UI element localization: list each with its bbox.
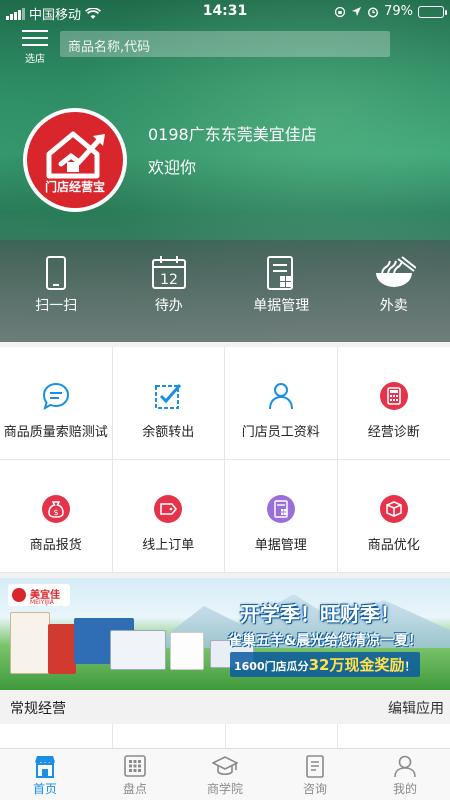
quick-documents-label: 单据管理	[253, 298, 310, 314]
tab-academy[interactable]: 商学院	[180, 749, 270, 800]
noodle-bowl-icon	[375, 256, 416, 287]
grid-item-staff-info[interactable]: 门店员工资料	[225, 347, 338, 460]
checkbox-icon	[155, 384, 182, 409]
graduation-cap-icon	[212, 756, 238, 776]
banner-prize-amount: 32万现金奖励	[308, 656, 405, 674]
product-milk-carton	[10, 612, 50, 674]
svg-text:$: $	[53, 508, 58, 517]
tag-icon	[154, 495, 183, 523]
section-content-strip	[0, 724, 450, 748]
quick-documents-button[interactable]: 单据管理	[225, 255, 338, 325]
grid-item-label: 门店员工资料	[241, 425, 320, 440]
document-grid-icon	[267, 256, 294, 290]
notepad-icon	[306, 755, 324, 778]
banner-brand-logo: 美宜佳 MEIYIJIA	[8, 584, 70, 606]
banner-headline: 开学季！旺财季！	[240, 602, 400, 626]
tab-home-label: 首页	[32, 782, 57, 796]
grid-item-product-optimization[interactable]: 商品优化	[337, 460, 450, 573]
section-title: 常规经营	[10, 701, 66, 717]
quick-todo-label: 待办	[154, 298, 183, 314]
grid-item-label: 余额转出	[142, 425, 195, 440]
app-screen: 中国移动 14:31 79% 选店 商品名称,代码 门店经营宝 0198广东东莞…	[0, 0, 450, 800]
product-milk-beverage	[110, 630, 166, 670]
user-icon	[394, 755, 416, 778]
home-store-icon	[35, 756, 55, 778]
quick-actions: 扫一扫 12 待办 单据管理 外卖	[0, 255, 450, 325]
tab-inventory[interactable]: 盘点	[90, 749, 180, 800]
tab-profile[interactable]: 我的	[360, 749, 450, 800]
tab-profile-label: 我的	[392, 782, 417, 796]
banner-prize-prefix: 1600门店瓜分	[234, 660, 309, 673]
section-header: 常规经营 编辑应用	[0, 690, 450, 724]
edit-apps-button[interactable]: 编辑应用	[388, 698, 444, 718]
promo-banner[interactable]: 美宜佳 MEIYIJIA 开学季！旺财季！ 雀巢五羊&晨光给您清凉一夏！ 160…	[0, 578, 450, 690]
banner-prize: 1600门店瓜分32万现金奖励！	[230, 652, 420, 677]
document-icon	[266, 495, 295, 523]
banner-prize-suffix: ！	[404, 660, 416, 673]
tab-bar: 首页 盘点 商学院 咨询 我的	[0, 748, 450, 800]
store-logo: 门店经营宝	[23, 108, 127, 212]
tab-inventory-label: 盘点	[122, 782, 147, 796]
battery-icon	[418, 5, 447, 18]
grid-item-label: 单据管理	[254, 538, 307, 553]
banner-brand-en: MEIYIJIA	[30, 599, 54, 606]
store-name: 0198广东东莞美宜佳店	[148, 125, 317, 144]
feature-grid: 商品质量索赔测试 余额转出 门店员工资料 经营诊断 $ 商品报货 线上订单 单据…	[0, 347, 450, 573]
welcome-text: 欢迎你	[148, 158, 197, 177]
grid-item-quality-claim[interactable]: 商品质量索赔测试	[0, 347, 113, 460]
grid-item-document-management[interactable]: 单据管理	[225, 460, 338, 573]
grid-item-label: 经营诊断	[367, 425, 420, 440]
tab-consult[interactable]: 咨询	[270, 749, 360, 800]
logo-text: 门店经营宝	[44, 180, 105, 194]
grid-item-online-orders[interactable]: 线上订单	[112, 460, 225, 573]
product-red-carton	[48, 624, 76, 674]
quick-todo-button[interactable]: 12 待办	[113, 255, 226, 325]
money-bag-icon: $	[41, 495, 70, 523]
location-arrow-icon	[352, 7, 362, 16]
person-icon	[268, 383, 293, 410]
battery-percent: 79%	[384, 4, 413, 19]
quick-scan-button[interactable]: 扫一扫	[0, 255, 113, 325]
status-bar: 中国移动 14:31 79%	[0, 0, 450, 24]
box-icon	[379, 495, 408, 523]
grid-item-balance-transfer[interactable]: 余额转出	[112, 347, 225, 460]
grid-item-label: 线上订单	[142, 538, 195, 553]
grid-item-business-diagnosis[interactable]: 经营诊断	[337, 347, 450, 460]
grid-item-product-order[interactable]: $ 商品报货	[0, 460, 113, 573]
alarm-clock-icon	[368, 6, 379, 18]
store-select-button[interactable]: 选店	[22, 30, 48, 65]
phone-scan-icon	[46, 256, 67, 290]
chat-bubble-icon	[42, 382, 69, 411]
store-logo-badge: 门店经营宝	[27, 112, 123, 208]
grid-app-icon	[124, 755, 146, 777]
quick-scan-label: 扫一扫	[35, 298, 78, 314]
product-bottle	[170, 632, 204, 670]
store-select-label: 选店	[25, 54, 45, 65]
tab-home[interactable]: 首页	[0, 749, 90, 800]
calendar-day: 12	[160, 272, 178, 288]
rotation-lock-icon	[334, 6, 346, 17]
status-right: 79%	[334, 4, 447, 19]
grid-item-label: 商品报货	[29, 538, 82, 553]
search-input[interactable]: 商品名称,代码	[60, 31, 390, 57]
banner-subline: 雀巢五羊&晨光给您清凉一夏！	[228, 633, 423, 649]
menu-icon	[22, 30, 48, 46]
calculator-icon	[379, 382, 408, 410]
tab-academy-label: 商学院	[206, 782, 243, 796]
calendar-icon: 12	[151, 256, 186, 289]
quick-takeout-button[interactable]: 外卖	[338, 255, 450, 325]
quick-takeout-label: 外卖	[379, 298, 408, 314]
grid-item-label: 商品质量索赔测试	[3, 425, 108, 440]
grid-item-label: 商品优化	[367, 538, 420, 553]
tab-consult-label: 咨询	[302, 782, 327, 796]
